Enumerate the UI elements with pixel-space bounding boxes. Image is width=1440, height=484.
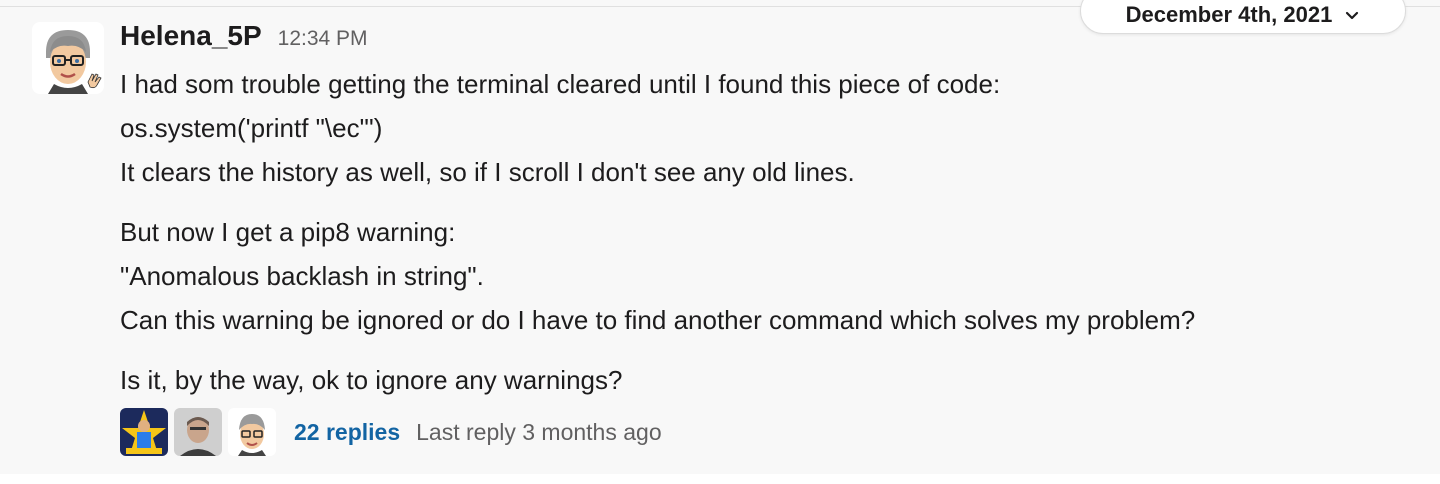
cartoon-avatar-icon — [32, 22, 104, 94]
message-body: I had som trouble getting the terminal c… — [120, 62, 1410, 402]
author-name[interactable]: Helena_5P — [120, 20, 262, 52]
message-line: It clears the history as well, so if I s… — [120, 157, 855, 187]
photo-avatar-icon — [174, 408, 222, 456]
date-divider-button[interactable]: December 4th, 2021 — [1080, 0, 1406, 34]
message-row[interactable]: Helena_5P 12:34 PM I had som trouble get… — [0, 0, 1440, 474]
date-divider-label: December 4th, 2021 — [1125, 2, 1333, 27]
thread-last-reply: Last reply 3 months ago — [416, 418, 662, 445]
thread-replies-link[interactable]: 22 replies — [294, 419, 400, 446]
message-line: I had som trouble getting the terminal c… — [120, 69, 1001, 99]
author-avatar[interactable] — [32, 22, 104, 94]
participant-avatar[interactable] — [174, 408, 222, 456]
message-line: os.system('printf "\ec"') — [120, 113, 383, 143]
message-line: Is it, by the way, ok to ignore any warn… — [120, 365, 623, 395]
message-line: "Anomalous backlash in string". — [120, 261, 484, 291]
superhero-avatar-icon — [120, 408, 168, 456]
participant-avatar[interactable] — [228, 408, 276, 456]
cartoon-avatar-icon — [228, 408, 276, 456]
message-line: But now I get a pip8 warning: — [120, 217, 456, 247]
message-header: Helena_5P 12:34 PM — [120, 20, 368, 60]
thread-summary[interactable]: 22 replies Last reply 3 months ago — [120, 408, 662, 456]
participant-avatar[interactable] — [120, 408, 168, 456]
message-timestamp[interactable]: 12:34 PM — [278, 27, 368, 51]
chevron-down-icon — [1346, 11, 1359, 20]
message-line: Can this warning be ignored or do I have… — [120, 305, 1196, 335]
message-separator — [0, 474, 1440, 484]
